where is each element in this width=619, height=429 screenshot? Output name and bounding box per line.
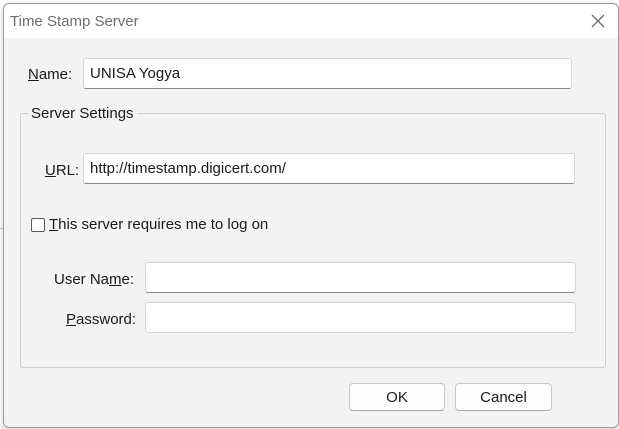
ok-button[interactable]: OK xyxy=(349,383,445,411)
username-input[interactable] xyxy=(145,262,576,293)
close-icon xyxy=(591,14,605,28)
time-stamp-server-dialog: Time Stamp Server Name: Server Settings … xyxy=(3,3,619,428)
url-input[interactable] xyxy=(83,153,575,184)
close-button[interactable] xyxy=(584,8,612,34)
url-label: URL: xyxy=(45,162,80,179)
server-settings-legend: Server Settings xyxy=(28,105,137,122)
cancel-button[interactable]: Cancel xyxy=(455,383,552,411)
dialog-title: Time Stamp Server xyxy=(10,13,139,30)
name-input[interactable] xyxy=(83,58,572,89)
login-required-label: This server requires me to log on xyxy=(49,216,269,233)
title-bar[interactable]: Time Stamp Server xyxy=(4,4,618,38)
login-required-checkbox[interactable] xyxy=(31,217,45,232)
login-required-checkbox-row[interactable]: This server requires me to log on xyxy=(31,216,268,233)
password-input[interactable] xyxy=(145,302,576,333)
name-label: Name: xyxy=(28,66,73,83)
username-label: User Name: xyxy=(54,271,135,288)
password-label: Password: xyxy=(66,311,137,328)
